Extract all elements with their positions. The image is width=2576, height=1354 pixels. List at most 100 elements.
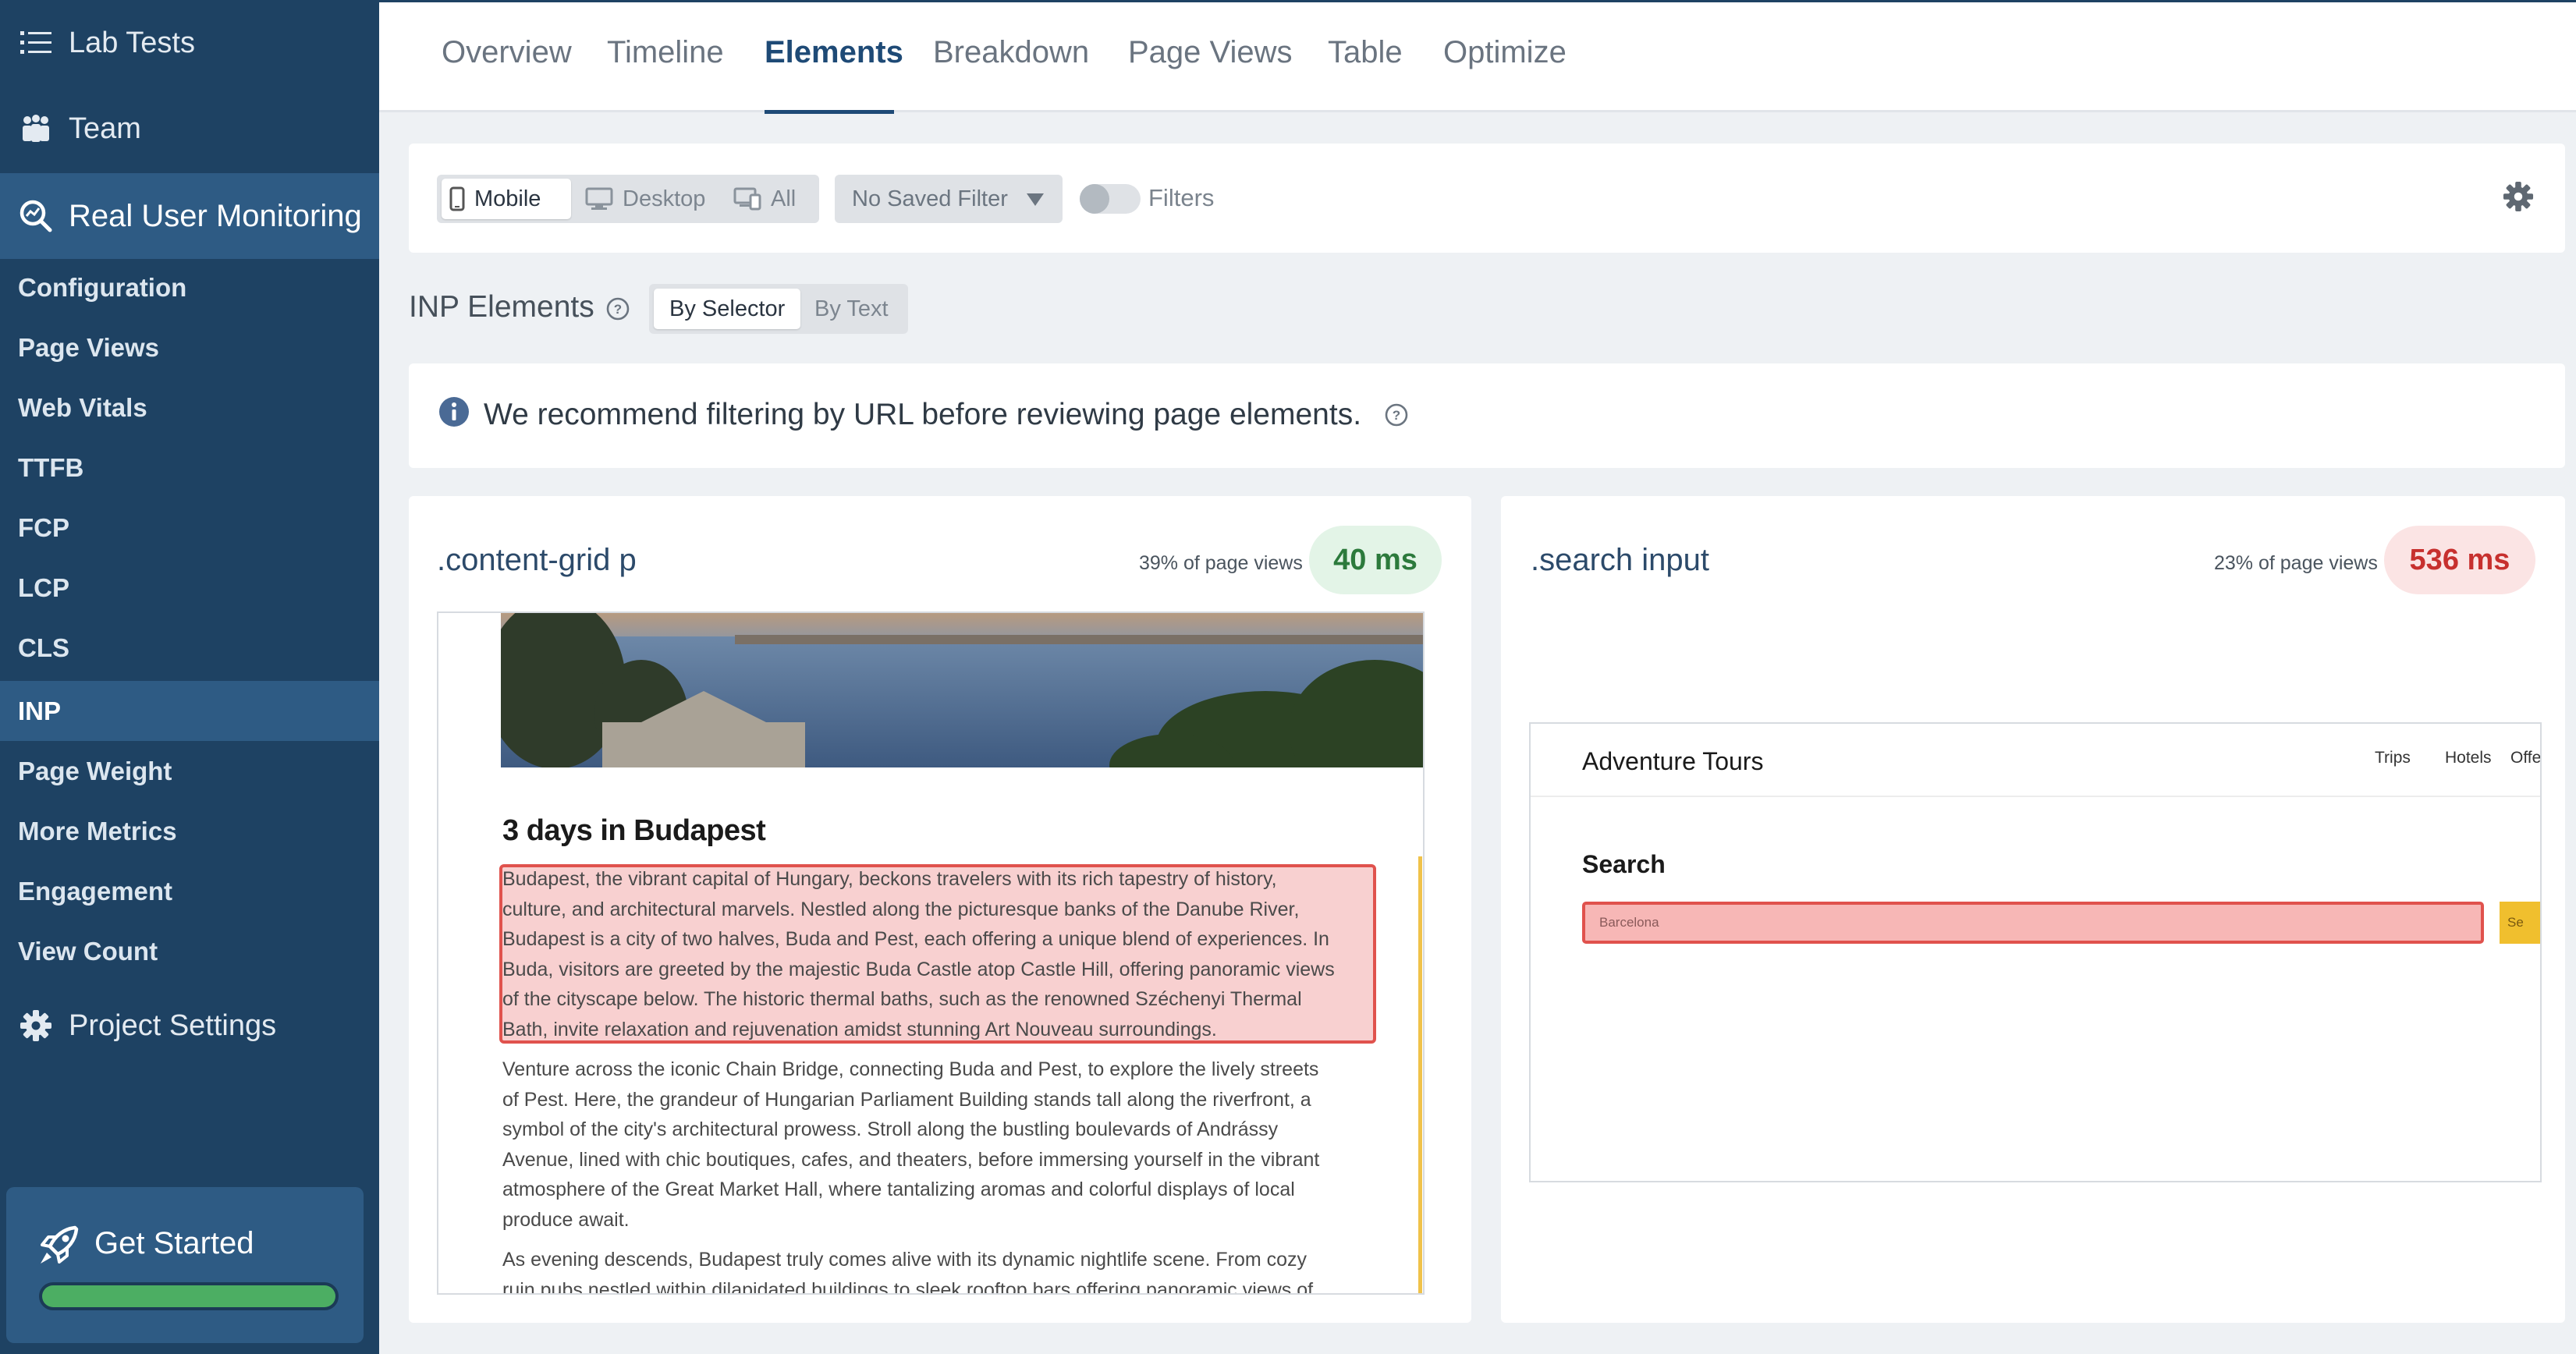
sidebar-item-page-weight[interactable]: Page Weight xyxy=(0,741,379,801)
highlighted-search-input: Barcelona xyxy=(1582,902,2484,944)
device-desktop-button[interactable]: Desktop xyxy=(577,179,718,219)
sidebar-item-engagement[interactable]: Engagement xyxy=(0,861,379,921)
list-icon xyxy=(17,24,55,62)
element-selector: .content-grid p xyxy=(437,543,637,577)
device-all-button[interactable]: All xyxy=(726,179,813,219)
help-icon[interactable]: ? xyxy=(605,296,630,321)
text-line: Avenue, lined with chic boutiques, cafes… xyxy=(502,1148,1320,1171)
scroll-edge-marker xyxy=(1418,856,1422,1293)
device-label: Desktop xyxy=(623,186,706,211)
saved-filter-dropdown[interactable]: No Saved Filter xyxy=(835,175,1063,223)
site-brand: Adventure Tours xyxy=(1582,747,1764,775)
rocket-icon xyxy=(41,1225,79,1264)
element-screenshot: 3 days in Budapest Budapest, the vibrant… xyxy=(437,611,1425,1295)
element-card[interactable]: .content-grid p 39% of page views 40 ms … xyxy=(409,496,1471,1323)
element-screenshot: Adventure Tours Trips Hotels Offers Sear… xyxy=(1529,722,2542,1182)
sidebar-item-label: TTFB xyxy=(18,452,84,482)
filters-label: Filters xyxy=(1148,184,1215,211)
svg-text:?: ? xyxy=(1393,408,1400,423)
tab-elements[interactable]: Elements xyxy=(765,35,903,70)
sidebar-item-label: Page Views xyxy=(18,332,160,362)
device-mobile-button[interactable]: Mobile xyxy=(442,179,571,219)
sidebar-item-lab-tests[interactable]: Lab Tests xyxy=(0,0,379,86)
svg-text:?: ? xyxy=(614,302,622,317)
sidebar-item-project-settings[interactable]: Project Settings xyxy=(0,983,379,1069)
tab-timeline[interactable]: Timeline xyxy=(607,35,724,70)
tab-page-views[interactable]: Page Views xyxy=(1128,35,1293,70)
tab-table[interactable]: Table xyxy=(1328,35,1403,70)
mobile-icon xyxy=(449,186,465,211)
device-label: Mobile xyxy=(474,186,541,211)
text-line: Budapest is a city of two halves, Buda a… xyxy=(502,928,1329,950)
text-line: Venture across the iconic Chain Bridge, … xyxy=(502,1058,1319,1080)
sidebar-item-real-user-monitoring[interactable]: Real User Monitoring xyxy=(0,173,379,259)
device-label: All xyxy=(771,186,797,211)
site-nav-trips: Trips xyxy=(2375,749,2411,767)
get-started-panel[interactable]: Get Started xyxy=(6,1187,364,1343)
all-devices-icon xyxy=(733,187,761,211)
sidebar-item-configuration[interactable]: Configuration xyxy=(0,257,379,317)
sidebar-item-label: Engagement xyxy=(18,876,173,906)
sidebar-item-label: CLS xyxy=(18,633,69,662)
text-line: Buda, visitors are greeted by the majest… xyxy=(502,958,1335,980)
inp-elements-title: INP Elements xyxy=(409,290,594,324)
text-line: symbol of the city's architectural prowe… xyxy=(502,1118,1279,1140)
saved-filter-label: No Saved Filter xyxy=(852,186,1008,211)
sidebar-item-ttfb[interactable]: TTFB xyxy=(0,438,379,498)
sidebar-item-label: More Metrics xyxy=(18,816,177,845)
magnify-chart-icon xyxy=(17,197,55,235)
toggle-knob xyxy=(1080,184,1109,214)
sidebar-item-label: LCP xyxy=(18,572,69,602)
sidebar-item-team[interactable]: Team xyxy=(0,86,379,172)
page-view-share: 23% of page views xyxy=(2214,552,2378,574)
info-icon xyxy=(439,397,469,427)
page-view-share: 39% of page views xyxy=(1139,552,1303,574)
text-line: As evening descends, Budapest truly come… xyxy=(502,1249,1308,1271)
filter-panel: Mobile Desktop All No Saved Filter Filte… xyxy=(409,144,2565,253)
mode-by-selector-button[interactable]: By Selector xyxy=(654,289,801,329)
sidebar-item-more-metrics[interactable]: More Metrics xyxy=(0,801,379,861)
text-line: Budapest, the vibrant capital of Hungary… xyxy=(502,868,1277,890)
filters-toggle[interactable] xyxy=(1080,184,1141,214)
sidebar-item-fcp[interactable]: FCP xyxy=(0,498,379,558)
screenshot-border xyxy=(1423,613,1425,1295)
sidebar-item-page-views[interactable]: Page Views xyxy=(0,317,379,377)
tab-overview[interactable]: Overview xyxy=(442,35,572,70)
active-tab-indicator xyxy=(765,110,894,114)
article-paragraph-3: As evening descends, Budapest truly come… xyxy=(502,1245,1357,1293)
sidebar-item-label: FCP xyxy=(18,512,69,542)
sidebar-item-label: Page Weight xyxy=(18,756,172,785)
article-paragraph-2: Venture across the iconic Chain Bridge, … xyxy=(502,1054,1357,1235)
sidebar-item-inp[interactable]: INP xyxy=(0,681,379,741)
tab-optimize[interactable]: Optimize xyxy=(1443,35,1567,70)
sidebar-item-view-count[interactable]: View Count xyxy=(0,921,379,981)
element-card[interactable]: .search input 23% of page views 536 ms A… xyxy=(1501,496,2565,1323)
device-selector: Mobile Desktop All xyxy=(437,175,819,223)
help-icon[interactable]: ? xyxy=(1384,402,1409,427)
sidebar-item-cls[interactable]: CLS xyxy=(0,618,379,678)
sidebar-item-label: Web Vitals xyxy=(18,392,147,422)
budapest-photo xyxy=(501,613,1423,767)
gear-icon xyxy=(17,1007,55,1044)
sidebar-item-lcp[interactable]: LCP xyxy=(0,558,379,618)
inp-value-badge: 536 ms xyxy=(2384,526,2535,594)
text-line: of the cityscape below. The historic the… xyxy=(502,988,1302,1010)
tab-breakdown[interactable]: Breakdown xyxy=(933,35,1089,70)
element-selector: .search input xyxy=(1531,543,1710,577)
text-line: culture, and architectural marvels. Nest… xyxy=(502,898,1300,920)
article-paragraph-1: Budapest, the vibrant capital of Hungary… xyxy=(502,864,1357,1044)
text-line: Bath, invite relaxation and rejuvenation… xyxy=(502,1018,1217,1040)
progress-fill xyxy=(42,1285,335,1307)
article-title: 3 days in Budapest xyxy=(502,814,766,847)
search-submit-button: Se xyxy=(2500,902,2540,944)
sidebar-item-web-vitals[interactable]: Web Vitals xyxy=(0,377,379,438)
sidebar: Lab Tests Team Real User Monitoring Conf… xyxy=(0,0,379,1354)
inp-value-badge: 40 ms xyxy=(1309,526,1442,594)
top-nav: Overview Timeline Elements Breakdown Pag… xyxy=(379,0,2576,114)
recommendation-notice: We recommend filtering by URL before rev… xyxy=(409,363,2565,468)
mode-by-text-button[interactable]: By Text xyxy=(799,289,904,329)
sidebar-item-label: Configuration xyxy=(18,272,187,302)
sidebar-item-label: INP xyxy=(18,696,62,725)
text-line: of Pest. Here, the grandeur of Hungarian… xyxy=(502,1088,1311,1111)
gear-icon[interactable] xyxy=(2503,181,2534,212)
